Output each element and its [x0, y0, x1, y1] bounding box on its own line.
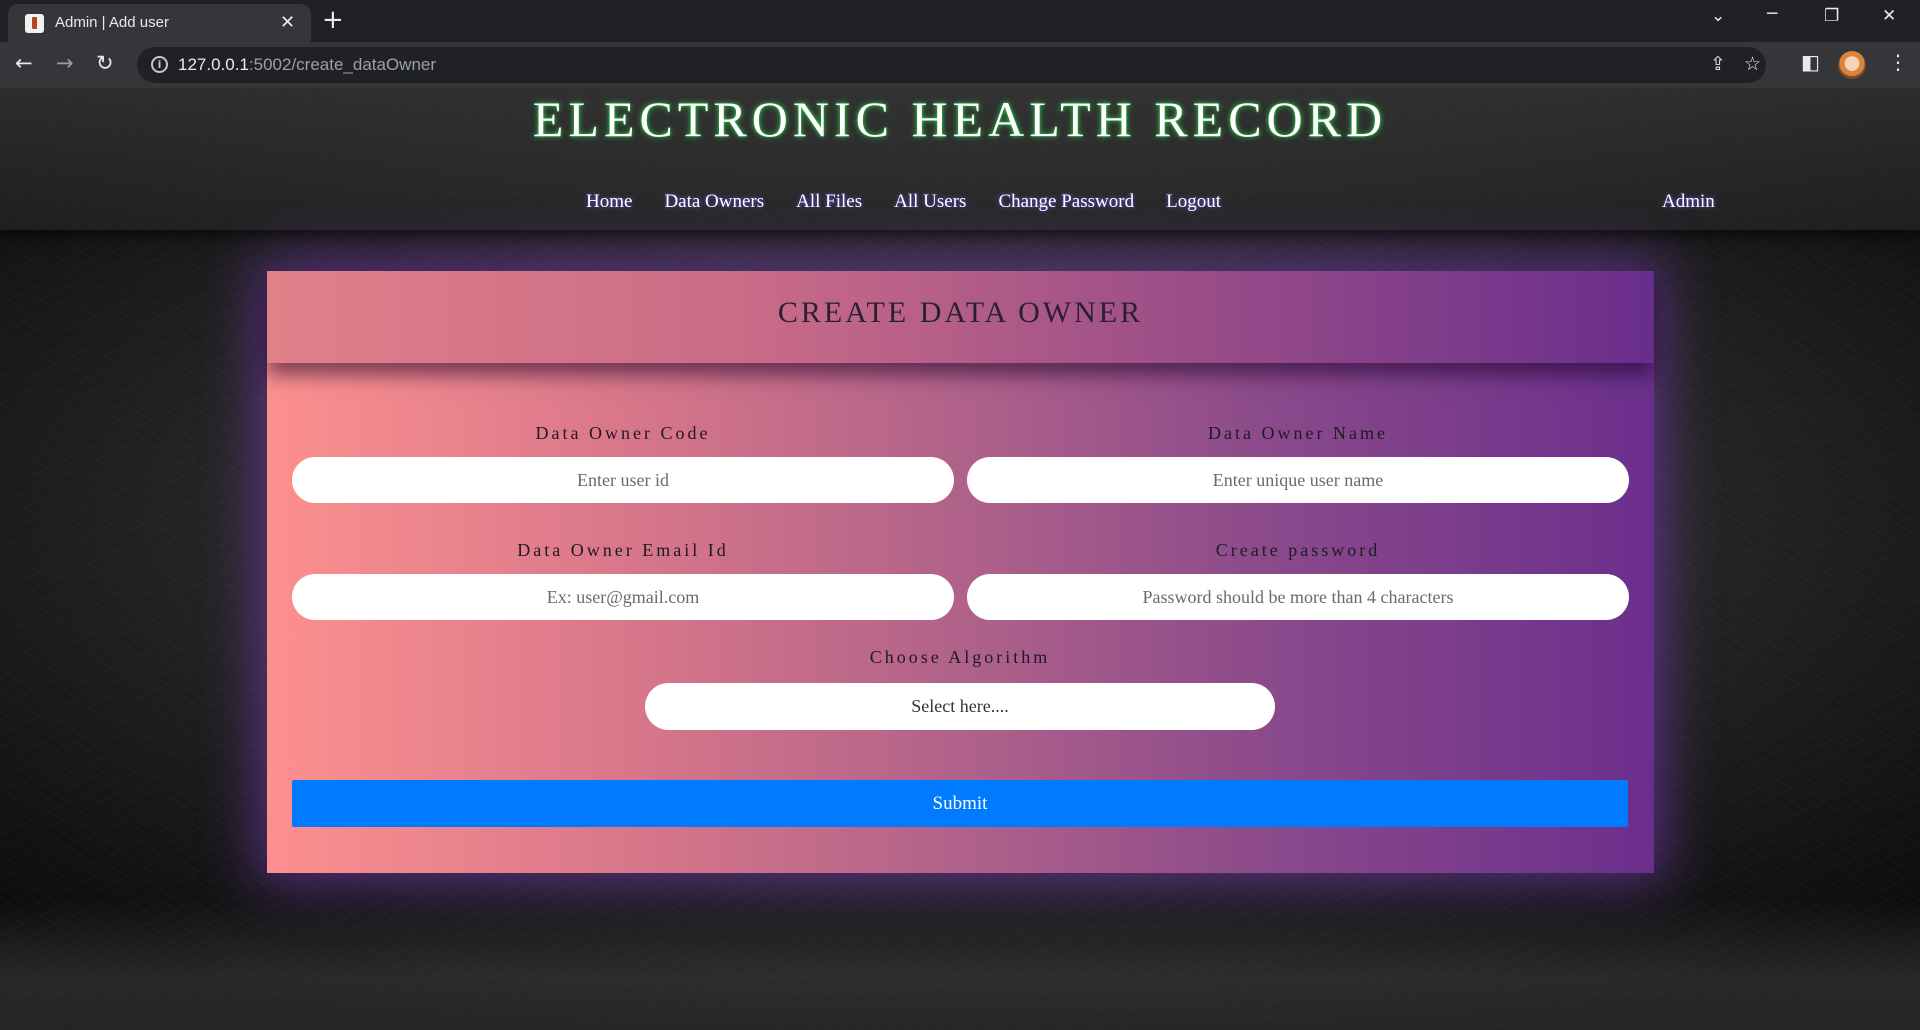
nav-all-files[interactable]: All Files [796, 191, 862, 213]
site-info-icon[interactable]: i [151, 56, 168, 73]
profile-avatar[interactable] [1838, 51, 1866, 79]
card-header: CREATE DATA OWNER [267, 271, 1654, 363]
card-title: CREATE DATA OWNER [777, 296, 1144, 329]
window-close-icon[interactable]: ✕ [1882, 6, 1896, 26]
favicon-icon [25, 14, 44, 33]
url-text[interactable]: 127.0.0.1:5002/create_dataOwner [178, 55, 436, 75]
url-path: :5002/create_dataOwner [248, 55, 437, 74]
owner-email-label: Data Owner Email Id [517, 540, 729, 560]
algorithm-label: Choose Algorithm [869, 647, 1051, 667]
address-bar[interactable]: i 127.0.0.1:5002/create_dataOwner ⇪ ☆ [137, 47, 1766, 83]
restore-icon[interactable]: ❐ [1824, 6, 1839, 26]
password-input[interactable] [967, 574, 1629, 620]
minimize-icon[interactable]: ─ [1767, 4, 1777, 24]
page-viewport: ELECTRONIC HEALTH RECORD Home Data Owner… [0, 88, 1920, 1030]
new-tab-icon[interactable]: + [322, 5, 344, 35]
nav-home[interactable]: Home [586, 191, 632, 213]
submit-button[interactable]: Submit [292, 780, 1628, 827]
algorithm-select[interactable]: Select here.... [645, 683, 1275, 730]
password-label: Create password [1215, 540, 1381, 560]
main-nav: Home Data Owners All Files All Users Cha… [586, 191, 1253, 213]
tab-search-chevron-icon[interactable]: ⌄ [1711, 6, 1725, 26]
star-icon[interactable]: ☆ [1744, 53, 1761, 75]
browser-toolbar: ← → ↻ i 127.0.0.1:5002/create_dataOwner … [0, 42, 1920, 88]
owner-code-label: Data Owner Code [535, 423, 711, 443]
forward-arrow-icon[interactable]: → [56, 51, 74, 75]
share-icon[interactable]: ⇪ [1710, 53, 1726, 75]
nav-logout[interactable]: Logout [1166, 191, 1221, 213]
owner-name-input[interactable] [967, 457, 1629, 503]
background-floor [0, 900, 1920, 1030]
owner-email-input[interactable] [292, 574, 954, 620]
reload-icon[interactable]: ↻ [96, 51, 114, 75]
tab-close-icon[interactable]: ✕ [280, 12, 295, 33]
create-data-owner-card: CREATE DATA OWNER Data Owner Code Data O… [267, 271, 1654, 873]
nav-data-owners[interactable]: Data Owners [664, 191, 764, 213]
nav-all-users[interactable]: All Users [894, 191, 966, 213]
back-arrow-icon[interactable]: ← [15, 51, 33, 75]
site-header: ELECTRONIC HEALTH RECORD Home Data Owner… [0, 88, 1920, 230]
browser-tab-active[interactable]: Admin | Add user ✕ [8, 4, 311, 42]
site-title: ELECTRONIC HEALTH RECORD [532, 91, 1388, 147]
browser-tab-strip: Admin | Add user ✕ + ⌄ ─ ❐ ✕ [0, 0, 1920, 42]
side-panel-icon[interactable]: ◧ [1801, 50, 1820, 74]
tab-title: Admin | Add user [55, 14, 169, 31]
url-host: 127.0.0.1 [178, 55, 249, 74]
nav-change-password[interactable]: Change Password [998, 191, 1134, 213]
kebab-menu-icon[interactable]: ⋮ [1888, 50, 1908, 74]
owner-code-input[interactable] [292, 457, 954, 503]
owner-name-label: Data Owner Name [1208, 423, 1388, 443]
admin-user-link[interactable]: Admin [1662, 191, 1715, 213]
